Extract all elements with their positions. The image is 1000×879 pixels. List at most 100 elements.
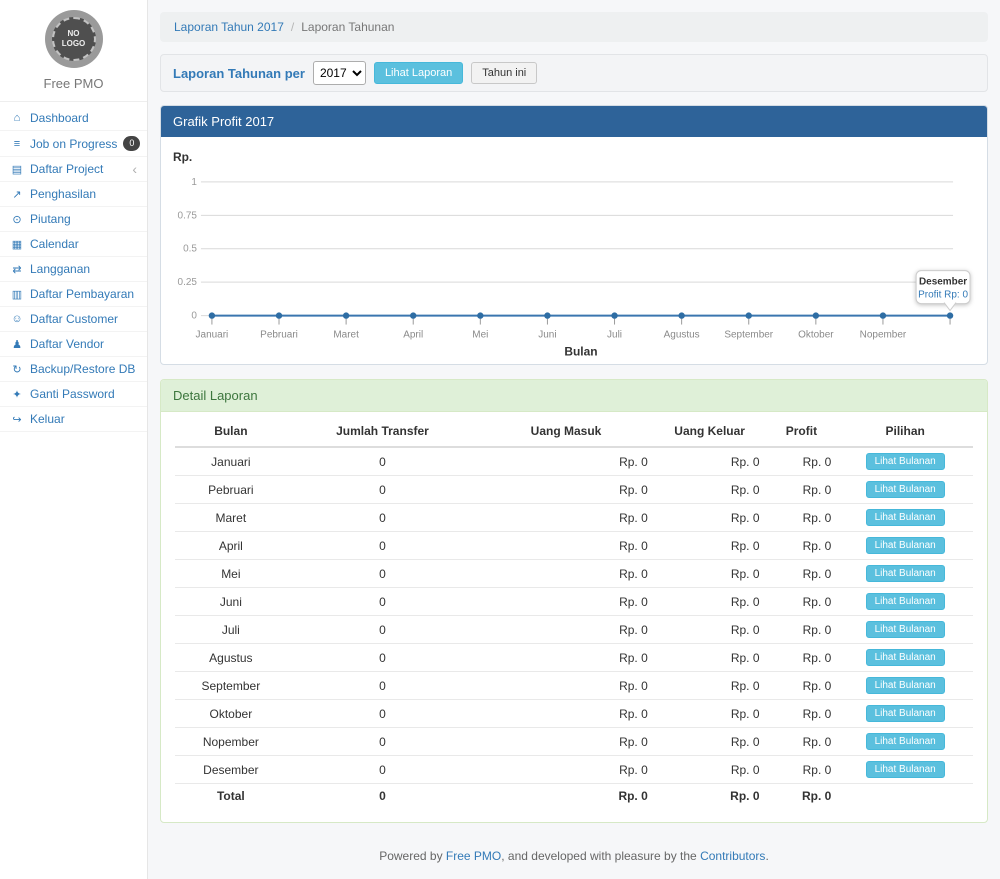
lihat-bulanan-button[interactable]: Lihat Bulanan [866, 537, 945, 554]
detail-table: BulanJumlah TransferUang MasukUang Kelua… [175, 416, 973, 808]
vendor-icon: ♟ [10, 338, 24, 351]
cell-uang_masuk: Rp. 0 [478, 756, 654, 784]
sidebar-item-daftar-customer[interactable]: ☺Daftar Customer [0, 307, 147, 332]
cell-bulan: Juli [175, 616, 287, 644]
cell-uang_masuk: Rp. 0 [478, 728, 654, 756]
table-row: Pebruari0Rp. 0Rp. 0Rp. 0Lihat Bulanan [175, 476, 973, 504]
cell-pilihan: Lihat Bulanan [837, 700, 973, 728]
cell-uang_masuk: Rp. 0 [478, 644, 654, 672]
lihat-laporan-button[interactable]: Lihat Laporan [374, 62, 463, 84]
x-tick-label: April [403, 330, 423, 341]
sidebar-item-dashboard[interactable]: ⌂Dashboard [0, 106, 147, 131]
x-tick-label: Nopember [860, 330, 907, 341]
cell-pilihan: Lihat Bulanan [837, 616, 973, 644]
sidebar-item-label: Penghasilan [30, 187, 96, 201]
cell-bulan: Total [175, 784, 287, 809]
cell-uang_masuk: Rp. 0 [478, 784, 654, 809]
money-icon: ⊙ [10, 213, 24, 226]
cell-uang_keluar: Rp. 0 [654, 504, 766, 532]
sidebar-item-daftar-project[interactable]: ▤Daftar Project‹ [0, 157, 147, 182]
cell-profit: Rp. 0 [766, 756, 838, 784]
cell-jumlah_transfer: 0 [287, 532, 479, 560]
lihat-bulanan-button[interactable]: Lihat Bulanan [866, 481, 945, 498]
sidebar-item-daftar-vendor[interactable]: ♟Daftar Vendor [0, 332, 147, 357]
cell-bulan: April [175, 532, 287, 560]
data-point [209, 312, 215, 318]
cell-jumlah_transfer: 0 [287, 756, 479, 784]
brand-name: Free PMO [0, 76, 147, 91]
column-header-profit: Profit [766, 416, 838, 447]
cell-bulan: Desember [175, 756, 287, 784]
lihat-bulanan-button[interactable]: Lihat Bulanan [866, 509, 945, 526]
data-point [410, 312, 416, 318]
breadcrumb-link[interactable]: Laporan Tahun 2017 [174, 20, 284, 34]
tooltip-pointer [944, 303, 956, 311]
sidebar-item-piutang[interactable]: ⊙Piutang [0, 207, 147, 232]
table-row: Maret0Rp. 0Rp. 0Rp. 0Lihat Bulanan [175, 504, 973, 532]
cell-uang_keluar: Rp. 0 [654, 784, 766, 809]
report-filter-bar: Laporan Tahunan per 2017 Lihat Laporan T… [160, 54, 988, 92]
sidebar-item-penghasilan[interactable]: ↗ Penghasilan [0, 182, 147, 207]
cell-jumlah_transfer: 0 [287, 476, 479, 504]
tahun-ini-button[interactable]: Tahun ini [471, 62, 537, 84]
data-point [343, 312, 349, 318]
footer-text-prefix: Powered by [379, 849, 446, 863]
sidebar-item-backup-restore-db[interactable]: ↻Backup/Restore DB [0, 357, 147, 382]
lihat-bulanan-button[interactable]: Lihat Bulanan [866, 761, 945, 778]
lihat-bulanan-button[interactable]: Lihat Bulanan [866, 453, 945, 470]
sidebar-item-job-on-progress[interactable]: ≡Job on Progress0 [0, 131, 147, 157]
cell-uang_keluar: Rp. 0 [654, 532, 766, 560]
chart-line-icon: ↗ [10, 188, 24, 201]
y-tick-label: 1 [191, 177, 197, 188]
table-row: Januari0Rp. 0Rp. 0Rp. 0Lihat Bulanan [175, 447, 973, 476]
year-select[interactable]: 2017 [313, 61, 366, 85]
sidebar-item-daftar-pembayaran[interactable]: ▥Daftar Pembayaran [0, 282, 147, 307]
data-point [813, 312, 819, 318]
subscription-icon: ⇄ [10, 263, 24, 276]
cell-jumlah_transfer: 0 [287, 504, 479, 532]
main-content: Laporan Tahun 2017 / Laporan Tahunan Lap… [148, 0, 1000, 879]
lihat-bulanan-button[interactable]: Lihat Bulanan [866, 677, 945, 694]
sidebar-item-label: Calendar [30, 237, 79, 251]
data-point [477, 312, 483, 318]
cell-profit: Rp. 0 [766, 784, 838, 809]
calendar-icon: ▦ [10, 238, 24, 251]
cell-profit: Rp. 0 [766, 560, 838, 588]
logo-line-1: NO [68, 29, 80, 39]
cell-uang_keluar: Rp. 0 [654, 728, 766, 756]
cell-jumlah_transfer: 0 [287, 644, 479, 672]
cell-bulan: Mei [175, 560, 287, 588]
cell-pilihan: Lihat Bulanan [837, 532, 973, 560]
sidebar-item-keluar[interactable]: ↪Keluar [0, 407, 147, 432]
cell-bulan: Maret [175, 504, 287, 532]
lihat-bulanan-button[interactable]: Lihat Bulanan [866, 733, 945, 750]
cell-jumlah_transfer: 0 [287, 784, 479, 809]
column-header-uang-masuk: Uang Masuk [478, 416, 654, 447]
cell-jumlah_transfer: 0 [287, 560, 479, 588]
lihat-bulanan-button[interactable]: Lihat Bulanan [866, 593, 945, 610]
sidebar-item-ganti-password[interactable]: ✦Ganti Password [0, 382, 147, 407]
table-row: April0Rp. 0Rp. 0Rp. 0Lihat Bulanan [175, 532, 973, 560]
lihat-bulanan-button[interactable]: Lihat Bulanan [866, 565, 945, 582]
cell-profit: Rp. 0 [766, 644, 838, 672]
cell-uang_masuk: Rp. 0 [478, 504, 654, 532]
badge-count: 0 [123, 136, 140, 151]
footer-text-suffix: . [765, 849, 768, 863]
sidebar-item-label: Dashboard [30, 111, 89, 125]
lihat-bulanan-button[interactable]: Lihat Bulanan [866, 621, 945, 638]
sidebar-item-calendar[interactable]: ▦ Calendar [0, 232, 147, 257]
column-header-bulan: Bulan [175, 416, 287, 447]
cell-bulan: September [175, 672, 287, 700]
cell-pilihan: Lihat Bulanan [837, 728, 973, 756]
no-logo-stamp: NO LOGO [52, 17, 96, 61]
footer-link-contributors[interactable]: Contributors [700, 849, 765, 863]
x-tick-label: Maret [333, 330, 359, 341]
lihat-bulanan-button[interactable]: Lihat Bulanan [866, 705, 945, 722]
cell-profit: Rp. 0 [766, 588, 838, 616]
footer-link-freepmo[interactable]: Free PMO [446, 849, 501, 863]
table-row: Oktober0Rp. 0Rp. 0Rp. 0Lihat Bulanan [175, 700, 973, 728]
cell-uang_keluar: Rp. 0 [654, 560, 766, 588]
lihat-bulanan-button[interactable]: Lihat Bulanan [866, 649, 945, 666]
sidebar-item-langganan[interactable]: ⇄Langganan [0, 257, 147, 282]
y-tick-label: 0.25 [178, 277, 198, 288]
